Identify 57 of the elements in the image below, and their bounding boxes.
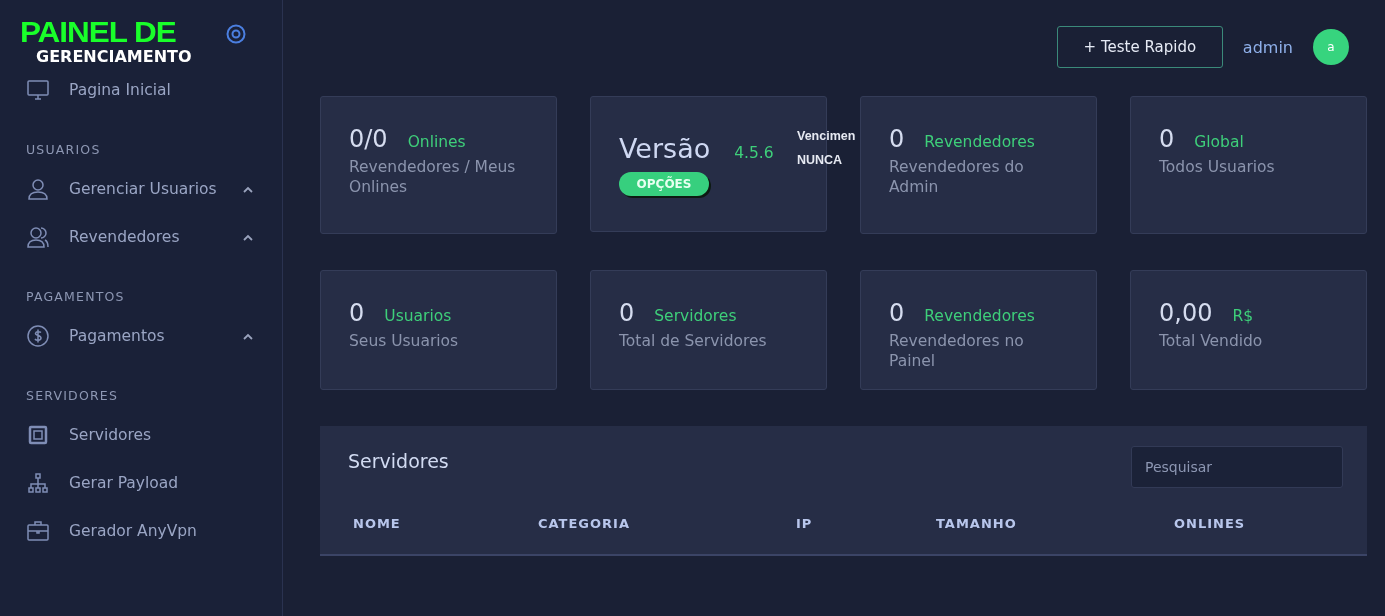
monitor-icon	[26, 78, 50, 102]
column-header[interactable]: IP	[796, 516, 813, 531]
stat-value: 0	[889, 125, 905, 153]
column-header[interactable]: TAMANHO	[936, 516, 1017, 531]
stat-value: 0	[349, 299, 365, 327]
stat-value: 0	[889, 299, 905, 327]
stat-tag: Onlines	[407, 133, 466, 151]
target-icon[interactable]	[225, 24, 246, 44]
stat-value: 0,00	[1159, 299, 1213, 327]
section-heading: USUARIOS	[26, 142, 102, 157]
chip-icon	[26, 423, 50, 447]
section-heading: PAGAMENTOS	[26, 289, 126, 304]
panel-title: Servidores	[348, 450, 449, 472]
stat-value: 0	[1159, 125, 1175, 153]
sidebar-item[interactable]: Gerar Payload	[69, 474, 239, 492]
stat-subtitle: Total de Servidores	[619, 331, 768, 351]
column-header[interactable]: NOME	[353, 516, 401, 531]
search-field[interactable]: Pesquisar	[1131, 446, 1343, 488]
stat-subtitle: Revendedores do Admin	[889, 157, 1025, 197]
version-label: Versão	[619, 133, 711, 164]
sidebar-item[interactable]: Gerador AnyVpn	[69, 522, 239, 540]
user-name[interactable]: admin	[1242, 37, 1293, 57]
chevron-up-icon[interactable]	[243, 185, 253, 193]
briefcase-icon	[26, 519, 50, 543]
stat-tag: Usuarios	[384, 307, 452, 325]
dollar-icon	[26, 324, 50, 348]
stat-subtitle: Todos Usuarios	[1159, 157, 1276, 177]
stat-subtitle: Revendedores no Painel	[889, 331, 1025, 371]
user-icon	[26, 177, 50, 201]
column-header[interactable]: ONLINES	[1174, 516, 1246, 531]
sidebar-item[interactable]: Servidores	[69, 426, 239, 444]
logo-title: PAINEL DE	[20, 16, 177, 48]
stat-tag: Revendedores	[924, 133, 1035, 151]
stat-subtitle: Revendedores / Meus Onlines	[349, 157, 517, 197]
quick-test-button[interactable]: + Teste Rapido	[1056, 26, 1223, 68]
column-header[interactable]: CATEGORIA	[538, 516, 630, 531]
section-heading: SERVIDORES	[26, 388, 120, 403]
chevron-up-icon[interactable]	[243, 332, 253, 340]
sidebar-item[interactable]: Revendedores	[69, 228, 239, 246]
version-number: 4.5.6	[734, 144, 774, 162]
expiry-label: Vencimen	[797, 129, 857, 143]
sidebar-item[interactable]: Pagina Inicial	[69, 81, 239, 99]
stat-tag: Global	[1194, 133, 1244, 151]
chevron-up-icon[interactable]	[243, 233, 253, 241]
stat-value: 0/0	[349, 125, 388, 153]
stat-subtitle: Total Vendido	[1159, 331, 1264, 351]
users-icon	[26, 225, 50, 249]
sidebar-item[interactable]: Gerenciar Usuarios	[69, 180, 239, 198]
stat-value: 0	[619, 299, 635, 327]
stat-tag: R$	[1232, 307, 1254, 325]
logo-subtitle: GERENCIAMENTO	[36, 48, 192, 66]
stat-subtitle: Seus Usuarios	[349, 331, 460, 351]
stat-tag: Revendedores	[924, 307, 1035, 325]
expiry-value: NUNCA	[797, 153, 844, 167]
sidebar-item[interactable]: Pagamentos	[69, 327, 239, 345]
sitemap-icon	[26, 471, 50, 495]
stat-tag: Servidores	[654, 307, 737, 325]
